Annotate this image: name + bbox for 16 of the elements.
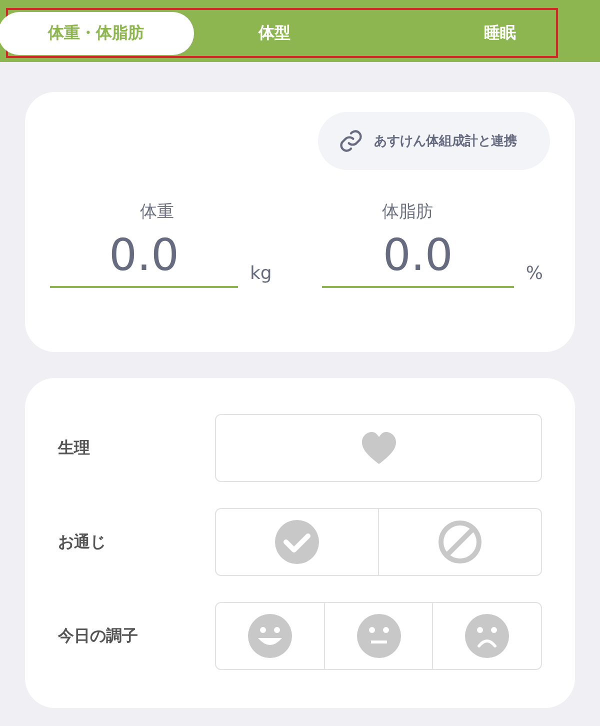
input-field[interactable]: 0.0 [322, 226, 514, 288]
neutral-face-icon [356, 614, 400, 658]
unit-label: kg [250, 263, 272, 284]
condition-label: 生理 [58, 438, 91, 458]
condition-label: 今日の調子 [58, 626, 139, 646]
smiling-face-icon [248, 614, 292, 658]
prohibited-icon [438, 520, 482, 564]
check-icon [275, 520, 319, 564]
unit-label: % [526, 263, 543, 284]
sad-face-icon [465, 614, 510, 658]
link-button[interactable]: あすけん体組成計と連携 [318, 112, 550, 170]
condition-label: お通じ [58, 532, 107, 552]
metric-label: 体脂肪 [380, 201, 434, 224]
link-icon [338, 128, 364, 154]
metric-label: 体重 [139, 201, 175, 224]
input-field[interactable]: 0.0 [50, 226, 238, 288]
